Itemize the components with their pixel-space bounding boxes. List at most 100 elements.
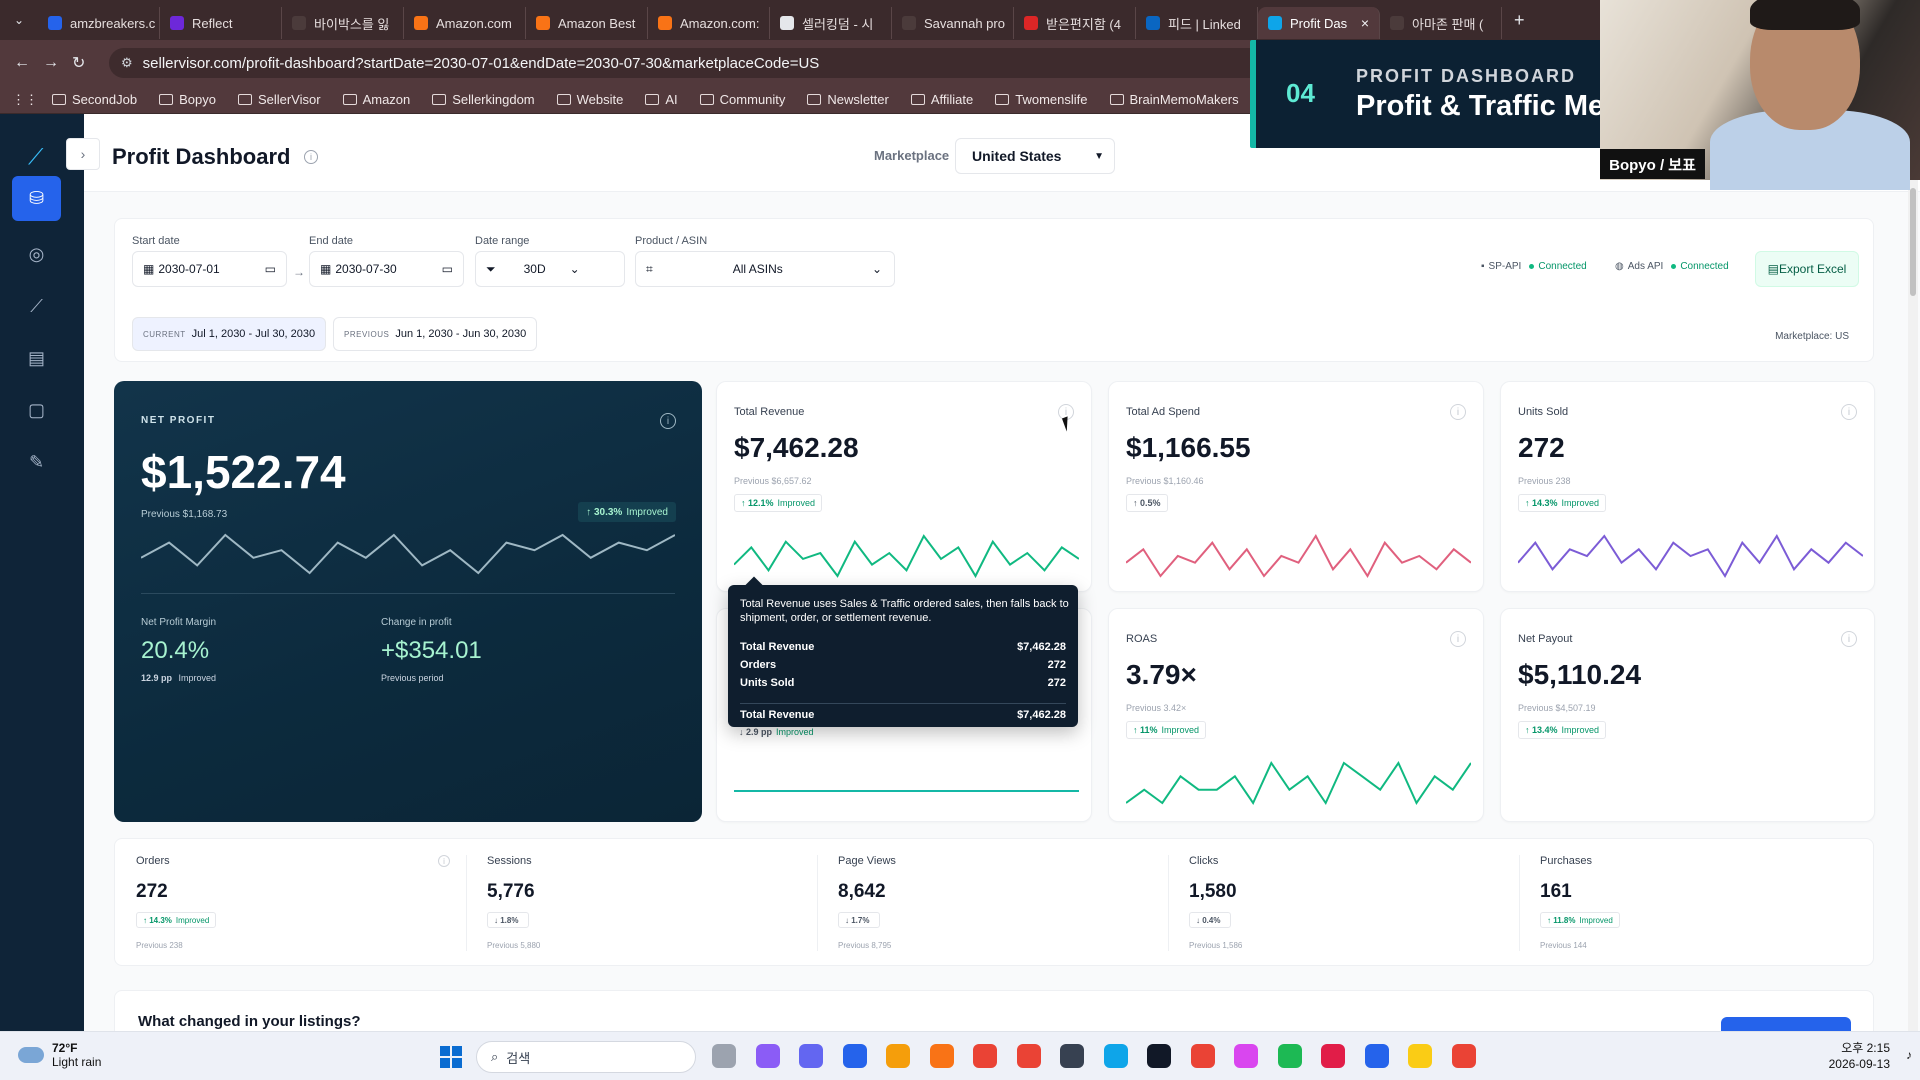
back-icon[interactable]: ← xyxy=(14,54,43,72)
page-scrollbar[interactable] xyxy=(1908,178,1918,1031)
taskbar-app-icon[interactable] xyxy=(799,1044,823,1068)
brand-logo-icon[interactable]: ⟋ xyxy=(28,144,43,170)
bookmark-folder[interactable]: Community xyxy=(699,92,785,107)
ads-api-label: Ads API xyxy=(1627,261,1664,272)
taskbar-app-icon[interactable] xyxy=(1408,1044,1432,1068)
sidebar-item-target[interactable]: ◎ xyxy=(12,232,61,277)
windows-start-icon[interactable] xyxy=(440,1046,462,1068)
browser-tab[interactable]: 바이박스를 잃 xyxy=(282,7,404,39)
browser-tab[interactable]: 아마존 판매 ( xyxy=(1380,7,1502,39)
taskbar-app-icon[interactable] xyxy=(1103,1044,1128,1068)
metric-previous: Previous 238 xyxy=(136,941,183,950)
taskbar-app-icon[interactable] xyxy=(1016,1044,1041,1068)
card-title: Units Sold xyxy=(1518,406,1569,418)
tab-label: 아마존 판매 ( xyxy=(1412,16,1484,32)
sparkline-path xyxy=(1518,534,1863,578)
taskbar-app-icon[interactable] xyxy=(1277,1044,1302,1068)
units-sold-card: Units Sold i 272 Previous 238 ↑ 14.3% Imp… xyxy=(1500,381,1875,592)
info-icon[interactable]: i xyxy=(1450,404,1466,420)
units-sparkline xyxy=(1518,534,1863,578)
browser-tab[interactable]: 셀러킹덤 - 시 xyxy=(770,7,892,39)
document-icon: ▤ xyxy=(27,348,45,368)
asin-select[interactable]: ⌗ All ASINs ⌄ xyxy=(635,251,895,287)
taskbar-app-icon[interactable] xyxy=(886,1044,910,1068)
metric-pct: 11.8% xyxy=(1553,915,1576,925)
metric-title: Purchases xyxy=(1540,855,1592,867)
tab-favicon-icon xyxy=(536,16,550,30)
bookmark-folder[interactable]: Bopyo xyxy=(159,92,216,107)
date-range-select[interactable]: ⏷ 30D ⌄ xyxy=(475,251,625,287)
apps-grid-icon[interactable]: ⋮⋮ xyxy=(12,92,38,108)
weather-widget[interactable]: 72°F Light rain xyxy=(18,1041,101,1069)
folder-icon xyxy=(52,94,66,105)
info-icon[interactable]: i xyxy=(1841,404,1857,420)
browser-tab[interactable]: 받은편지함 (4 xyxy=(1014,7,1136,39)
bookmark-folder[interactable]: BrainMemoMakers xyxy=(1109,92,1239,107)
taskbar-app-icon[interactable] xyxy=(1147,1044,1171,1068)
end-date-label: End date xyxy=(309,235,354,247)
taskbar-app-icon[interactable] xyxy=(973,1044,997,1068)
export-excel-button[interactable]: ▤ Export Excel xyxy=(1755,251,1859,287)
url-field[interactable]: ⚙ sellervisor.com/profit-dashboard?start… xyxy=(109,48,1269,78)
bookmark-folder[interactable]: Sellerkingdom xyxy=(432,92,535,107)
info-icon[interactable]: i xyxy=(438,855,450,867)
calendar-picker-icon[interactable]: ▭ xyxy=(442,262,453,276)
bookmark-folder[interactable]: AI xyxy=(645,92,678,107)
bookmark-folder[interactable]: SellerVisor xyxy=(237,92,321,107)
bookmark-folder[interactable]: Website xyxy=(556,92,623,107)
bookmark-folder[interactable]: Affiliate xyxy=(910,92,973,107)
taskbar-app-icon[interactable] xyxy=(1060,1044,1084,1068)
change-label: Change in profit xyxy=(381,617,452,628)
taskbar-app-icon[interactable] xyxy=(1451,1044,1476,1068)
bookmark-folder[interactable]: Newsletter xyxy=(807,92,889,107)
taskbar-app-icon[interactable] xyxy=(842,1044,867,1068)
info-icon[interactable]: i xyxy=(660,413,676,429)
metric-badge: ↑ 11.8% Improved xyxy=(1540,912,1620,928)
info-icon[interactable]: i xyxy=(1841,631,1857,647)
start-date-input[interactable]: ▦ 2030-07-01 ▭ xyxy=(132,251,287,287)
sidebar-item-guide[interactable]: ▢ xyxy=(12,388,61,433)
browser-tab[interactable]: Reflect xyxy=(160,7,282,39)
sidebar-item-edit[interactable]: ✎ xyxy=(12,440,61,485)
tooltip-key: Total Revenue xyxy=(740,641,815,653)
weather-desc: Light rain xyxy=(52,1055,102,1069)
change-value: +$354.01 xyxy=(381,637,482,664)
info-icon[interactable]: i xyxy=(304,150,318,164)
site-settings-icon[interactable]: ⚙ xyxy=(121,55,133,71)
taskbar-app-icon[interactable] xyxy=(1364,1044,1389,1068)
scrollbar-thumb[interactable] xyxy=(1910,188,1916,296)
reload-icon[interactable]: ↻ xyxy=(72,53,101,73)
calendar-picker-icon[interactable]: ▭ xyxy=(265,262,276,276)
info-icon[interactable]: i xyxy=(1450,631,1466,647)
browser-tab[interactable]: Profit Das × xyxy=(1258,7,1380,39)
taskbar-search[interactable]: ⌕ 검색 xyxy=(476,1041,696,1073)
browser-tab[interactable]: Amazon Best xyxy=(526,7,648,39)
bookmark-folder[interactable]: SecondJob xyxy=(52,92,137,107)
bookmark-folder[interactable]: Twomenslife xyxy=(995,92,1088,107)
roas-card: ROAS i 3.79× Previous 3.42× ↑ 11% Improve… xyxy=(1108,608,1484,822)
sidebar-item-analytics[interactable]: ⟋ xyxy=(12,284,61,329)
taskbar-app-icon[interactable] xyxy=(712,1044,736,1068)
taskbar-app-icon[interactable] xyxy=(1234,1044,1258,1068)
browser-tab[interactable]: Savannah pro xyxy=(892,7,1014,39)
sidebar-toggle-button[interactable]: › xyxy=(66,138,100,170)
taskbar-app-icon[interactable] xyxy=(929,1044,954,1068)
browser-tab[interactable]: Amazon.com xyxy=(404,7,526,39)
tab-search-icon[interactable]: ⌄ xyxy=(0,0,38,40)
sidebar-item-profit-dashboard[interactable]: ⛁ xyxy=(12,176,61,221)
bookmark-folder[interactable]: Amazon xyxy=(342,92,410,107)
browser-tab[interactable]: Amazon.com: xyxy=(648,7,770,39)
close-tab-icon[interactable]: × xyxy=(1361,15,1369,31)
notification-bell-icon[interactable]: ♪ xyxy=(1906,1048,1912,1062)
taskbar-app-icon[interactable] xyxy=(1321,1044,1345,1068)
end-date-input[interactable]: ▦ 2030-07-30 ▭ xyxy=(309,251,464,287)
taskbar-app-icon[interactable] xyxy=(755,1044,780,1068)
sidebar-item-reports[interactable]: ▤ xyxy=(12,336,61,381)
taskbar-app-icon[interactable] xyxy=(1190,1044,1215,1068)
browser-tab[interactable]: amzbreakers.c xyxy=(38,7,160,39)
clock[interactable]: 오후 2:15 2026-09-13 xyxy=(1829,1040,1890,1072)
marketplace-select[interactable]: United States ▼ xyxy=(955,138,1115,174)
new-tab-button[interactable]: + xyxy=(1514,10,1525,31)
forward-icon[interactable]: → xyxy=(43,54,72,72)
browser-tab[interactable]: 피드 | Linked xyxy=(1136,7,1258,39)
